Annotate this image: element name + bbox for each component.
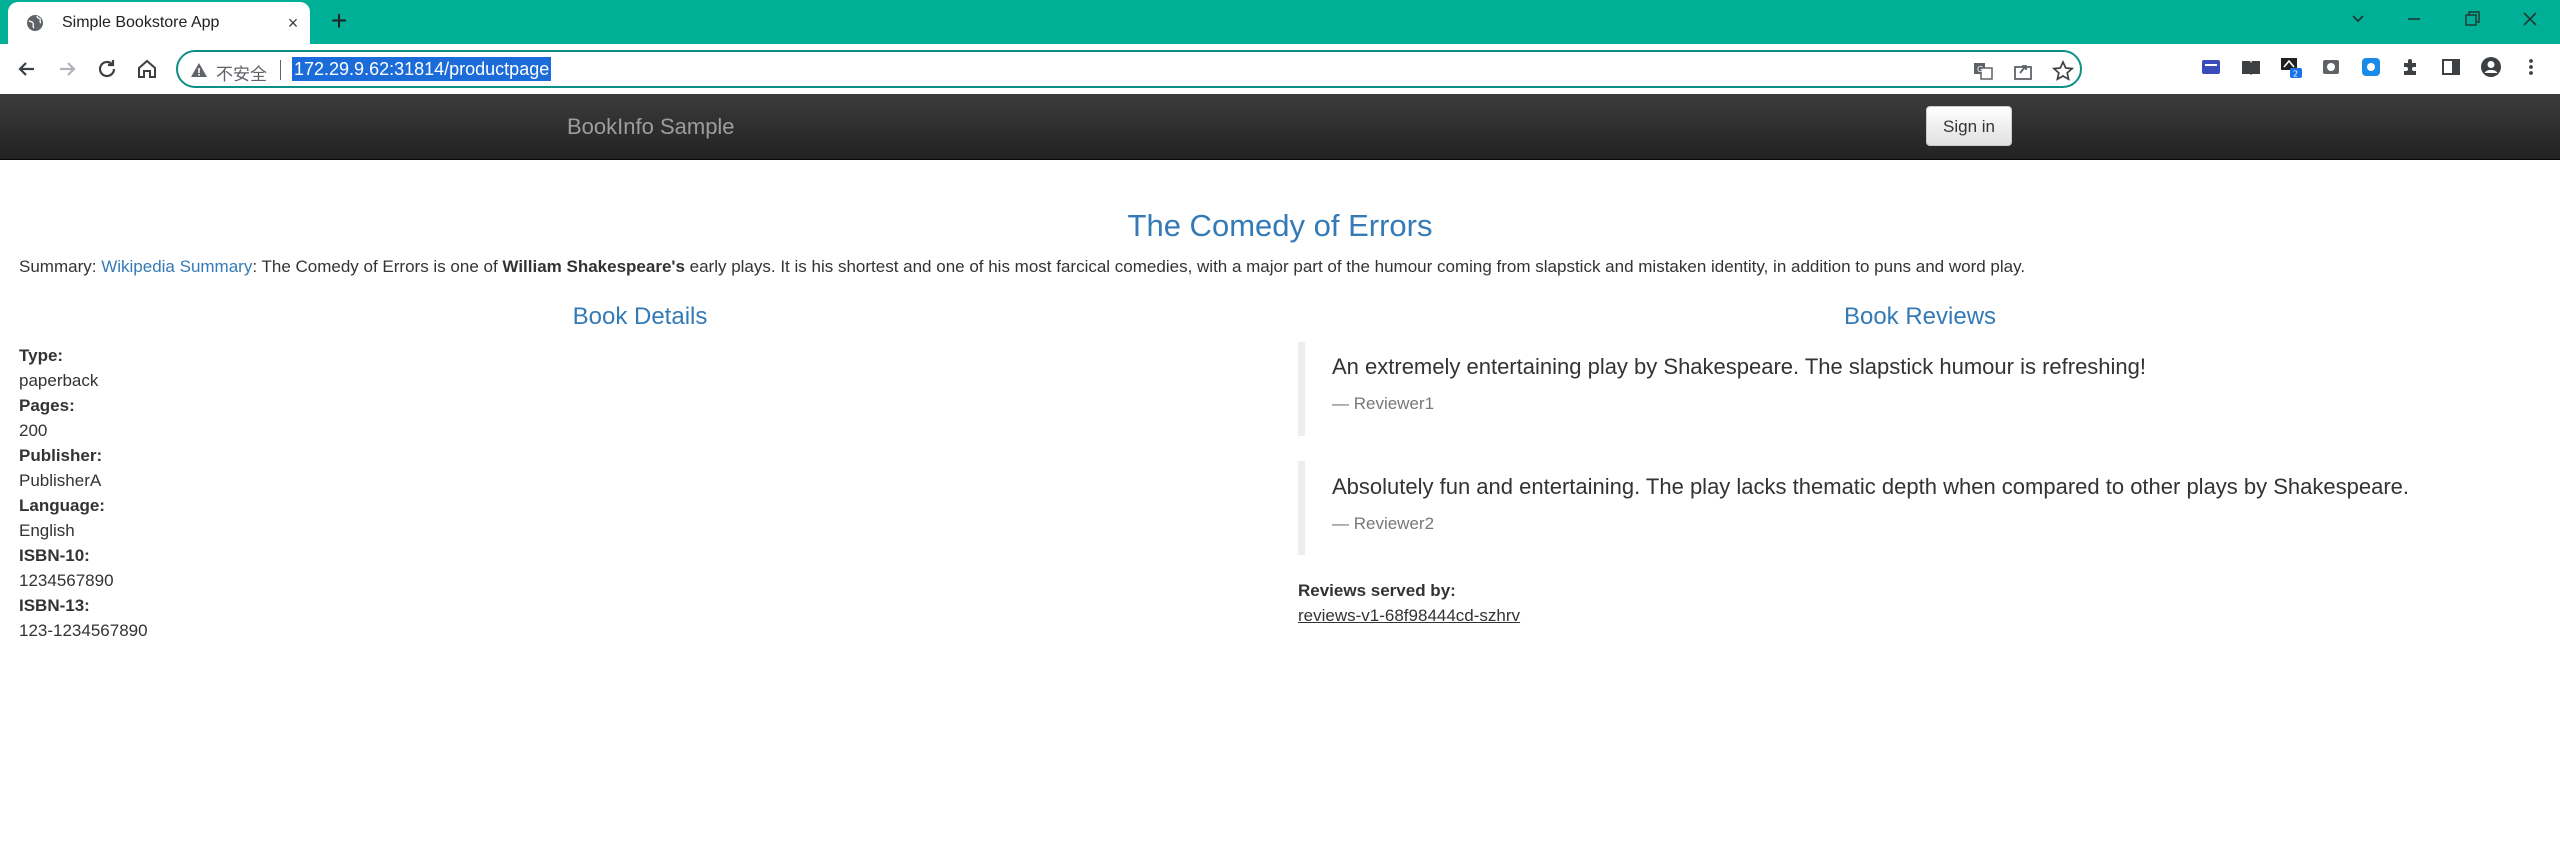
translate-icon[interactable]: G: [1972, 60, 1994, 82]
review-text: An extremely entertaining play by Shakes…: [1332, 354, 2147, 379]
detail-label-isbn13: ISBN-13:: [19, 596, 90, 615]
detail-value-isbn13: 123-1234567890: [19, 621, 148, 640]
sign-in-button[interactable]: Sign in: [1926, 106, 2012, 146]
url-text[interactable]: 172.29.9.62:31814/productpage: [292, 57, 552, 81]
review-item: An extremely entertaining play by Shakes…: [1298, 342, 2478, 436]
browser-toolbar: 不安全 172.29.9.62:31814/productpage G: [0, 44, 2560, 94]
home-icon[interactable]: [134, 56, 160, 82]
detail-label-type: Type:: [19, 346, 64, 365]
puzzle-icon[interactable]: [2400, 56, 2422, 78]
detail-value-publisher: PublisherA: [19, 471, 102, 490]
close-window-icon[interactable]: [2510, 6, 2550, 32]
reviews-served-by-label: Reviews served by:: [1298, 581, 1456, 600]
summary-text-post: early plays. It is his shortest and one …: [684, 257, 2026, 276]
minimize-icon[interactable]: [2394, 6, 2434, 32]
reviews-pod-link[interactable]: reviews-v1-68f98444cd-szhrv: [1298, 606, 1520, 626]
app-navbar: BookInfo Sample Sign in: [0, 94, 2560, 160]
bookmark-star-icon[interactable]: [2052, 60, 2074, 82]
review-author: — Reviewer1: [1332, 394, 1435, 413]
menu-kebab-icon[interactable]: [2520, 56, 2542, 78]
book-title: The Comedy of Errors: [1127, 208, 1433, 243]
close-tab-icon[interactable]: ×: [282, 12, 304, 34]
book-details-list: Type: paperback Pages: 200 Publisher: Pu…: [19, 343, 148, 643]
detail-value-pages: 200: [19, 421, 48, 440]
tab-strip: Simple Bookstore App × +: [0, 0, 2560, 44]
extension-badge-icon[interactable]: 2: [2280, 56, 2302, 78]
restore-icon[interactable]: [2452, 6, 2492, 32]
profile-avatar-icon[interactable]: [2480, 56, 2502, 78]
detail-value-isbn10: 1234567890: [19, 571, 114, 590]
detail-label-language: Language:: [19, 496, 105, 515]
warning-icon[interactable]: [190, 61, 208, 79]
svg-text:G: G: [1977, 65, 1983, 74]
extension-card-icon[interactable]: [2200, 56, 2222, 78]
detail-label-publisher: Publisher:: [19, 446, 103, 465]
tab-search-icon[interactable]: [2338, 6, 2378, 32]
back-icon[interactable]: [14, 56, 40, 82]
omnibox-separator: [280, 60, 281, 80]
share-icon[interactable]: [2012, 60, 2034, 82]
extension-blue-icon[interactable]: [2360, 56, 2382, 78]
new-tab-button[interactable]: +: [326, 7, 352, 35]
brand-link[interactable]: BookInfo Sample: [567, 114, 735, 140]
summary-author: William Shakespeare's: [502, 257, 685, 276]
book-reviews-heading: Book Reviews: [1843, 303, 1997, 330]
side-panel-icon[interactable]: [2440, 56, 2462, 78]
detail-label-isbn10: ISBN-10:: [19, 546, 90, 565]
review-text: Absolutely fun and entertaining. The pla…: [1332, 474, 2410, 499]
detail-value-language: English: [19, 521, 75, 540]
reload-icon[interactable]: [94, 56, 120, 82]
book-summary: Summary: Wikipedia Summary: The Comedy o…: [19, 257, 2025, 277]
extension-book-icon[interactable]: [2240, 56, 2262, 78]
review-item: Absolutely fun and entertaining. The pla…: [1298, 461, 2478, 555]
insecure-label: 不安全: [216, 65, 267, 84]
detail-label-pages: Pages:: [19, 396, 75, 415]
extension-badge-count: 2: [2293, 70, 2298, 79]
summary-label: Summary:: [19, 257, 102, 276]
forward-icon[interactable]: [54, 56, 80, 82]
summary-text-pre: : The Comedy of Errors is one of: [252, 257, 503, 276]
detail-value-type: paperback: [19, 371, 99, 390]
book-details-heading: Book Details: [572, 303, 708, 330]
address-bar[interactable]: 不安全 172.29.9.62:31814/productpage G: [176, 50, 2082, 88]
review-author: — Reviewer2: [1332, 514, 1435, 533]
browser-tab[interactable]: Simple Bookstore App ×: [8, 2, 310, 44]
extension-camera-icon[interactable]: [2320, 56, 2342, 78]
globe-icon: [27, 15, 43, 31]
wikipedia-summary-link[interactable]: Wikipedia Summary: [101, 257, 252, 276]
tab-title: Simple Bookstore App: [62, 14, 220, 31]
